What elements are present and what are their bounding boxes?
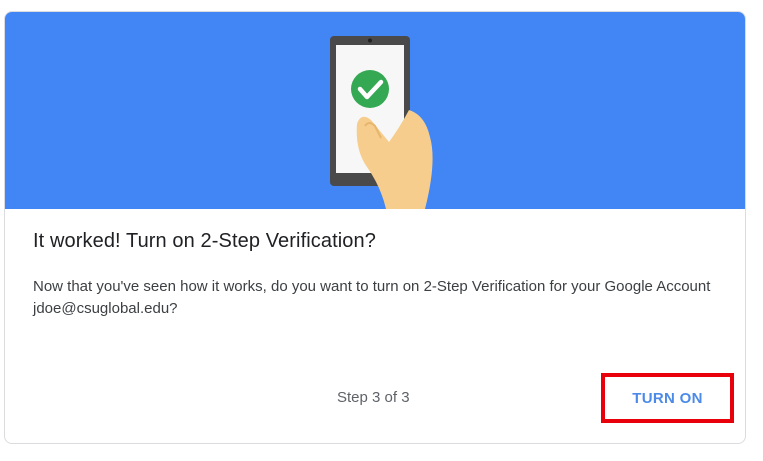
dialog-description: Now that you've seen how it works, do yo… — [33, 278, 711, 317]
phone-checkmark-icon — [330, 36, 433, 209]
hero-illustration — [5, 12, 745, 209]
dialog-title: It worked! Turn on 2-Step Verification? — [33, 230, 376, 252]
step-indicator: Step 3 of 3 — [337, 389, 410, 406]
verification-dialog: It worked! Turn on 2-Step Verification? … — [4, 11, 746, 444]
turn-on-button[interactable]: TURN ON — [601, 373, 734, 423]
